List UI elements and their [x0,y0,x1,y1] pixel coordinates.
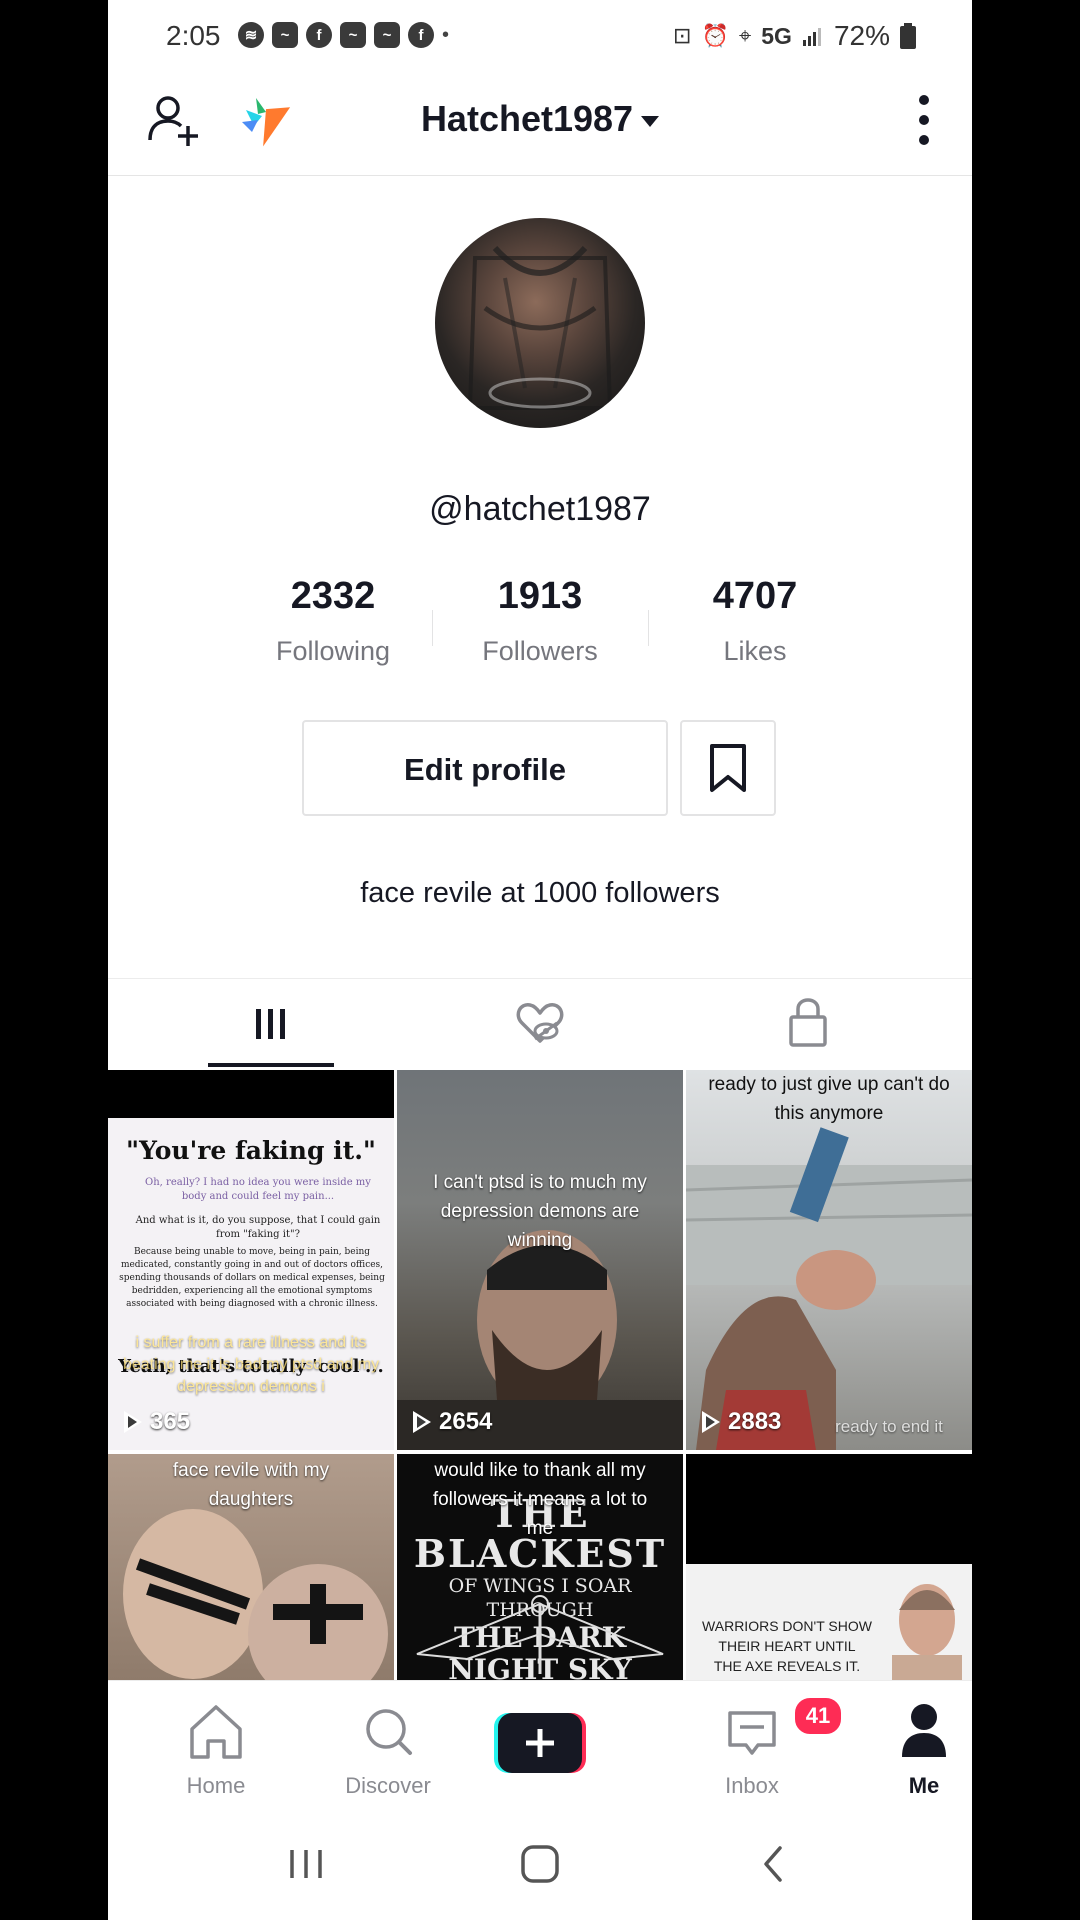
play-icon [124,1411,142,1433]
location-icon: ⌖ [738,23,752,48]
stat-likes[interactable]: 4707 Likes [655,575,855,667]
portrait-image [892,1584,962,1680]
video-thumbnail[interactable]: "You're faking it." Oh, really? I had no… [108,1070,394,1450]
status-right: ⊡ ⏰ ⌖ 5G 72% [673,20,916,52]
notification-icons: ≋ ~ f ~ ~ f • [238,22,449,48]
video-caption: I can't ptsd is to much my depression de… [433,1172,647,1251]
view-count: 2883 [702,1408,781,1436]
tab-private[interactable] [728,979,888,1071]
caret-down-icon [641,115,660,127]
video-thumbnail[interactable]: ready to just give up can't do this anym… [686,1070,972,1450]
quote-image: "You're faking it." Oh, really? I had no… [108,1118,394,1450]
tab-liked[interactable] [460,979,620,1071]
more-options-icon[interactable] [914,94,934,146]
play-icon [413,1411,431,1433]
edit-profile-button[interactable]: Edit profile [302,720,668,816]
video-thumbnail[interactable]: face revile with my daughters [108,1454,394,1680]
nav-home[interactable]: Home [146,1681,286,1811]
battery-percent: 72% [833,20,890,51]
facebook-icon: f [306,22,332,48]
system-navigation [108,1810,972,1920]
nav-me[interactable]: Me [854,1681,972,1811]
bookmark-icon [710,744,746,792]
profile-header: Hatchet1987 [108,70,972,176]
spotify-icon: ≋ [238,22,264,48]
stat-value: 2332 [290,575,376,617]
search-icon [366,1709,412,1755]
battery-icon [900,23,916,49]
avatar[interactable] [435,218,645,428]
profile-stats: 2332 Following 1913 Followers 4707 Likes [108,575,972,667]
warriors-image: WARRIORS DON'T SHOW THEIR HEART UNTIL TH… [686,1564,972,1680]
tiktok-profile-screen: 2:05 ≋ ~ f ~ ~ f • ⊡ ⏰ ⌖ 5G 72% Hatchet1… [108,0,972,1920]
nav-label: Home [186,1773,246,1798]
quote-line: And what is it, do you suppose, that I c… [135,1215,381,1240]
video-grid: "You're faking it." Oh, really? I had no… [108,1070,972,1680]
play-icon [702,1411,720,1433]
dot-icon: • [442,23,450,46]
recent-apps-icon[interactable] [276,1834,336,1894]
inbox-badge: 41 [792,1695,844,1737]
favorites-button[interactable] [680,720,776,816]
content-tabs [108,978,972,1071]
stat-followers[interactable]: 1913 Followers [440,575,640,667]
app-icon: ~ [374,22,400,48]
stat-label: Following [275,636,391,666]
alarm-icon: ⏰ [701,23,729,48]
nav-label: Me [908,1773,940,1798]
video-thumbnail[interactable]: I can't ptsd is to much my depression de… [397,1070,683,1450]
stat-label: Followers [482,636,598,666]
video-caption: i suffer from a rare illness and its bea… [122,1334,380,1395]
nav-label: Inbox [725,1773,779,1798]
account-switcher[interactable]: Hatchet1987 [108,98,972,140]
video-caption: ready to just give up can't do this anym… [708,1074,950,1124]
quote-line: Oh, really? I had no idea you were insid… [145,1177,371,1202]
profile-icon [902,1704,946,1757]
app-icon: ~ [272,22,298,48]
quote-title: "You're faking it." [126,1136,376,1165]
video-caption: would like to thank all my followers it … [432,1460,648,1539]
signal-icon [802,28,821,46]
video-thumbnail[interactable]: THE BLACKEST OF WINGS I SOAR THROUGH THE… [397,1454,683,1680]
profile-handle: @hatchet1987 [429,490,651,528]
tab-videos[interactable] [191,979,351,1071]
stat-label: Likes [723,636,787,666]
quote-line: Because being unable to move, being in p… [119,1247,385,1309]
view-count: 2654 [413,1408,492,1436]
facebook-icon: f [408,22,434,48]
battery-saver-icon: ⊡ [673,23,692,48]
stat-following[interactable]: 2332 Following [233,575,433,667]
video-thumbnail[interactable]: WARRIORS DON'T SHOW THEIR HEART UNTIL TH… [686,1454,972,1680]
lock-icon [789,998,827,1047]
home-icon [190,1705,242,1759]
status-time: 2:05 [166,20,221,51]
liked-hidden-icon [516,1003,564,1043]
nav-inbox[interactable]: 41 Inbox [682,1681,844,1811]
nav-label: Discover [345,1773,431,1798]
video-caption: ready to end it [835,1417,943,1436]
network-label: 5G [761,22,792,49]
video-frame [397,1230,683,1450]
bottom-navigation: Home Discover 41 Inbox Me [108,1680,972,1811]
status-bar: 2:05 ≋ ~ f ~ ~ f • ⊡ ⏰ ⌖ 5G 72% [108,0,972,70]
stat-value: 4707 [712,575,798,617]
tab-active-indicator [208,1063,334,1067]
app-icon: ~ [340,22,366,48]
raven-icon [416,1595,664,1674]
nav-discover[interactable]: Discover [318,1681,458,1811]
stat-value: 1913 [497,575,583,617]
stat-divider [648,610,649,646]
create-video-button[interactable] [494,1713,586,1773]
profile-bio: face revile at 1000 followers [360,877,720,909]
header-username: Hatchet1987 [420,98,634,139]
home-button-icon[interactable] [510,1834,570,1894]
grid-icon [256,1009,285,1039]
back-icon[interactable] [744,1834,804,1894]
view-count: 365 [124,1408,190,1436]
video-caption: face revile with my daughters [172,1460,330,1510]
warriors-quote: WARRIORS DON'T SHOW THEIR HEART UNTIL TH… [702,1618,872,1674]
stat-divider [432,610,433,646]
